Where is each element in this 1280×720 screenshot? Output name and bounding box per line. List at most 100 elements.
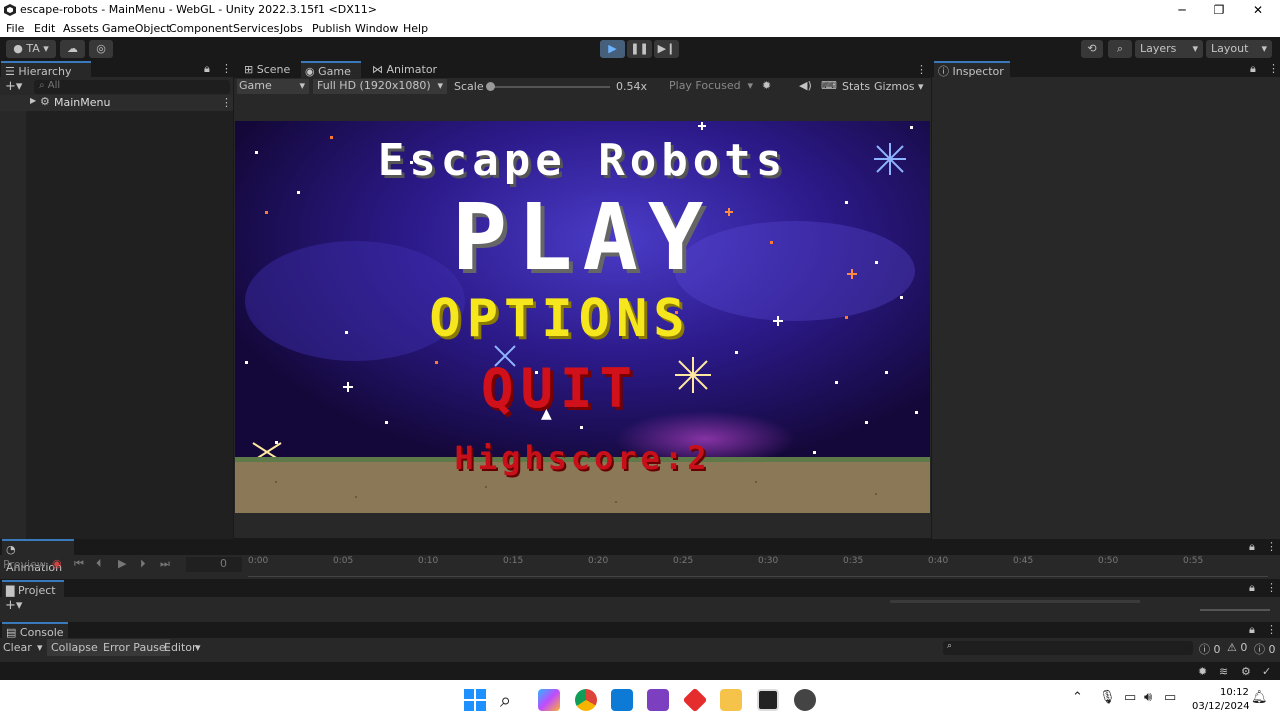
first-key-icon[interactable]: ⏮ (74, 557, 84, 571)
layout-dropdown[interactable]: Layout ▾ (1206, 40, 1272, 58)
more-menu-icon[interactable]: ⋮ (221, 62, 232, 75)
menu-gameobject[interactable]: GameObject (102, 22, 171, 35)
volume-icon[interactable]: 🔊︎ (1144, 690, 1152, 705)
step-button[interactable]: ▶❙ (654, 40, 679, 58)
vscode-icon[interactable] (611, 689, 633, 711)
menu-window[interactable]: Window (355, 22, 398, 35)
history-button[interactable]: ⟲ (1081, 40, 1103, 58)
play-mode-dropdown[interactable]: Play Focused ▾ (665, 79, 755, 94)
more-menu-icon[interactable]: ⋮ (1268, 62, 1279, 75)
lock-icon[interactable]: 🔒︎ (1249, 623, 1255, 637)
clock-date[interactable]: 03/12/2024 (1192, 701, 1250, 712)
tab-hierarchy[interactable]: ☰ Hierarchy (1, 61, 91, 79)
resolution-dropdown[interactable]: Full HD (1920x1080) ▾ (313, 79, 447, 94)
menu-help[interactable]: Help (403, 22, 428, 35)
keyboard-icon[interactable]: ⌨ (821, 79, 837, 92)
minimize-button[interactable]: ─ (1162, 1, 1202, 19)
create-asset-button[interactable]: +▾ (5, 598, 22, 613)
microphone-icon[interactable]: 🎙︎ (1099, 690, 1116, 705)
chevron-down-icon[interactable]: ▾ (195, 641, 201, 654)
gizmos-button[interactable]: Gizmos (874, 80, 915, 93)
layers-dropdown[interactable]: Layers ▾ (1135, 40, 1203, 58)
maximize-button[interactable]: ❐ (1199, 1, 1239, 19)
menu-edit[interactable]: Edit (34, 22, 55, 35)
more-menu-icon[interactable]: ⋮ (221, 96, 232, 109)
warning-count-button[interactable]: ⚠ 0 (1227, 641, 1247, 654)
unity-hub-icon[interactable] (794, 689, 816, 711)
lock-icon[interactable]: 🔒︎ (204, 62, 210, 76)
stats-button[interactable]: Stats (842, 80, 870, 93)
unity-icon[interactable] (757, 689, 779, 711)
record-icon[interactable]: ◉ (52, 557, 62, 570)
chevron-down-icon[interactable]: ▾ (37, 641, 43, 654)
bug-icon[interactable]: ✹ (1198, 665, 1207, 678)
graph-icon[interactable]: ⚙ (1241, 665, 1251, 678)
menu-file[interactable]: File (6, 22, 24, 35)
lock-icon[interactable]: 🔒︎ (1249, 540, 1255, 554)
more-menu-icon[interactable]: ⋮ (916, 63, 927, 76)
prev-key-icon[interactable]: ⏴ (96, 557, 102, 571)
console-search-input[interactable]: ⌕ (943, 641, 1193, 655)
chrome-icon[interactable] (575, 689, 597, 711)
battery-icon[interactable]: ▭ (1164, 690, 1176, 705)
lock-icon[interactable]: 🔒︎ (1250, 62, 1256, 76)
display-dropdown[interactable]: Game ▾ (237, 79, 309, 94)
quit-menu-button[interactable]: QUIT (235, 357, 885, 420)
collab-button[interactable]: ◎ (89, 40, 113, 58)
visual-studio-icon[interactable] (647, 689, 669, 711)
more-menu-icon[interactable]: ⋮ (1266, 623, 1277, 636)
scale-slider-thumb[interactable] (486, 82, 495, 91)
layers-stack-icon[interactable]: ≋ (1219, 665, 1228, 678)
search-icon[interactable]: ⌕ (500, 688, 511, 712)
pause-button[interactable]: ❚❚ (627, 40, 652, 58)
windows-start-icon[interactable] (464, 689, 486, 711)
scale-slider-track[interactable] (490, 86, 610, 88)
menu-publish[interactable]: Publish (312, 22, 351, 35)
menu-services[interactable]: Services (233, 22, 279, 35)
tab-game[interactable]: ◉ Game (301, 61, 361, 79)
tab-animation[interactable]: ◔ Animation (2, 539, 74, 574)
bug-icon[interactable]: ✹ (762, 79, 771, 92)
mute-audio-icon[interactable]: ◀) (799, 79, 812, 92)
error-count-button[interactable]: ⓘ 0 (1254, 641, 1276, 657)
zoom-slider[interactable] (1200, 609, 1270, 611)
project-search-input[interactable] (890, 600, 1140, 603)
search-button[interactable]: ⌕ (1108, 40, 1132, 58)
clear-button[interactable]: Clear (3, 641, 32, 654)
preview-toggle[interactable]: Preview (3, 558, 46, 571)
hierarchy-search-input[interactable]: ⌕ All (34, 80, 230, 94)
hierarchy-row-mainmenu[interactable]: ▶ ⚙ MainMenu ⋮ (0, 95, 233, 111)
check-icon[interactable]: ✓ (1262, 665, 1271, 678)
tab-animator[interactable]: ⋈ Animator (368, 61, 448, 79)
menu-jobs[interactable]: Jobs (280, 22, 303, 35)
lock-icon[interactable]: 🔒︎ (1249, 581, 1255, 595)
expand-arrow-icon[interactable]: ▶ (30, 96, 36, 105)
clock-time[interactable]: 10:12 (1220, 687, 1249, 698)
menu-component[interactable]: Component (169, 22, 233, 35)
cloud-button[interactable]: ☁ (60, 40, 85, 58)
close-button[interactable]: ✕ (1238, 1, 1278, 19)
file-explorer-icon[interactable] (720, 689, 742, 711)
play-button[interactable]: ▶ (600, 40, 625, 58)
tab-inspector[interactable]: ⓘ Inspector (934, 61, 1010, 79)
tab-console[interactable]: ▤ Console (2, 622, 68, 640)
copilot-icon[interactable] (538, 689, 560, 711)
options-menu-button[interactable]: OPTIONS (235, 289, 885, 349)
tab-scene[interactable]: ⊞ Scene (240, 61, 298, 79)
add-button[interactable]: +▾ (5, 79, 22, 94)
error-pause-button[interactable]: Error Pause (99, 639, 170, 656)
account-dropdown[interactable]: ● TA ▾ (6, 40, 56, 58)
notification-bell-icon[interactable]: 🔔︎ (1251, 690, 1268, 705)
last-key-icon[interactable]: ⏭ (160, 557, 170, 571)
animation-timeline[interactable]: 0:00 0:05 0:10 0:15 0:20 0:25 0:30 0:35 … (248, 555, 1268, 577)
play-menu-button[interactable]: PLAY (235, 183, 930, 293)
log-count-button[interactable]: ⓘ 0 (1199, 641, 1221, 657)
frame-input[interactable]: 0 (186, 557, 242, 572)
editor-dropdown[interactable]: Editor (164, 641, 197, 654)
more-menu-icon[interactable]: ⋮ (1266, 581, 1277, 594)
chevron-up-icon[interactable]: ⌃ (1072, 690, 1083, 705)
more-menu-icon[interactable]: ⋮ (1266, 540, 1277, 553)
game-canvas[interactable]: Escape Robots PLAY OPTIONS QUIT Highscor… (235, 121, 930, 513)
tab-project[interactable]: ▇ Project (2, 580, 64, 598)
collapse-button[interactable]: Collapse (47, 639, 102, 656)
